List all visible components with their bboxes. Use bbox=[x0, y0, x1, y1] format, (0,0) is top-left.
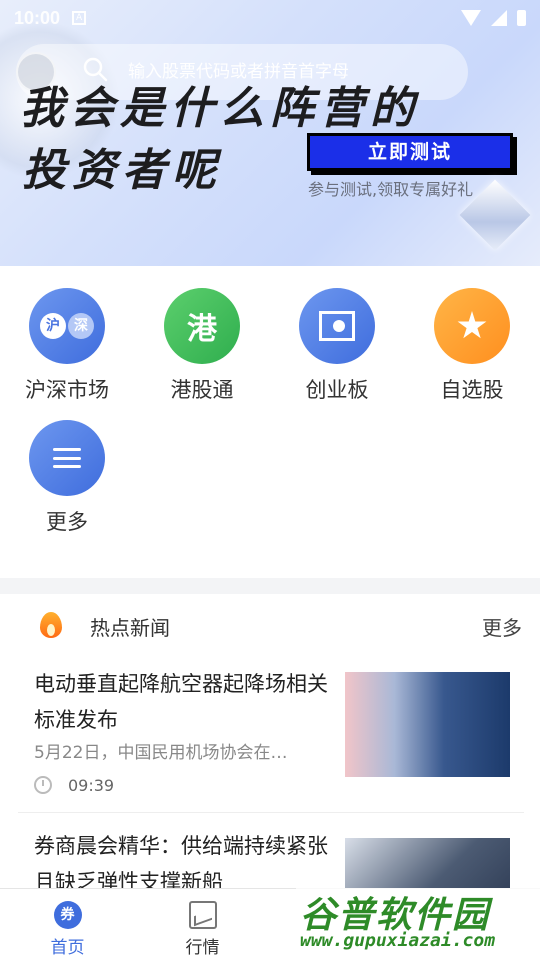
notification-icon: A bbox=[72, 11, 87, 25]
signal-icon bbox=[491, 10, 507, 26]
tab-market[interactable]: 行情 bbox=[135, 889, 270, 960]
news-item[interactable]: 电动垂直起降航空器起降场相关标准发布 5月22日，中国民用机场协会在… 09:3… bbox=[18, 666, 524, 806]
news-item-title: 券商晨会精华：供给端持续紧张且缺乏弹性支撑新船 bbox=[34, 834, 328, 894]
menu-label: 沪深市场 bbox=[25, 378, 109, 402]
menu-item-ganggutong[interactable]: 港 港股通 bbox=[147, 288, 257, 404]
chart-icon bbox=[188, 901, 217, 929]
star-icon bbox=[434, 288, 510, 364]
banner-headline-2: 投资者呢 bbox=[22, 145, 222, 196]
menu-icon bbox=[29, 420, 105, 496]
quick-menu: 沪 深 沪深市场 港 港股通 创业板 自选股 更多 bbox=[0, 266, 540, 578]
board-icon bbox=[299, 288, 375, 364]
hushen-glyph-a: 沪 bbox=[40, 313, 66, 339]
menu-label: 更多 bbox=[46, 510, 88, 534]
news-more-link[interactable]: 更多 bbox=[482, 612, 522, 641]
status-indicators bbox=[461, 10, 526, 26]
take-test-button[interactable]: 立即测试 bbox=[307, 133, 513, 171]
divider bbox=[18, 812, 524, 813]
hushen-icon: 沪 深 bbox=[29, 288, 105, 364]
menu-item-chuangyeban[interactable]: 创业板 bbox=[282, 288, 392, 404]
news-item[interactable]: 券商晨会精华：供给端持续紧张且缺乏弹性支撑新船 bbox=[18, 828, 524, 894]
hushen-glyph-b: 深 bbox=[68, 313, 94, 339]
gang-glyph: 港 bbox=[187, 312, 217, 347]
promo-banner[interactable]: 10:00 A 我会是什么阵营的 投资者呢 立即测试 参与测试,领取专属好礼 bbox=[0, 0, 540, 266]
home-icon: 券 bbox=[53, 901, 82, 929]
menu-item-hushen[interactable]: 沪 深 沪深市场 bbox=[12, 288, 122, 404]
hot-news-section: 热点新闻 更多 电动垂直起降航空器起降场相关标准发布 5月22日，中国民用机场协… bbox=[0, 594, 540, 894]
wifi-icon bbox=[461, 10, 481, 26]
tab-label: 首页 bbox=[50, 938, 85, 958]
menu-label: 港股通 bbox=[170, 378, 234, 402]
banner-headline: 我会是什么阵营的 bbox=[20, 83, 420, 134]
news-item-snippet: 5月22日，中国民用机场协会在… bbox=[34, 743, 288, 763]
news-item-thumbnail bbox=[345, 672, 510, 777]
status-time: 10:00 bbox=[14, 7, 61, 28]
menu-label: 创业板 bbox=[305, 378, 369, 402]
menu-label: 自选股 bbox=[440, 378, 504, 402]
tab-home[interactable]: 券 首页 bbox=[0, 889, 135, 960]
gang-icon: 港 bbox=[164, 288, 240, 364]
tab-label: 行情 bbox=[185, 938, 220, 958]
banner-subtext: 参与测试,领取专属好礼 bbox=[308, 180, 474, 199]
battery-icon bbox=[517, 10, 526, 26]
fire-icon bbox=[40, 612, 62, 638]
news-header: 热点新闻 更多 bbox=[0, 594, 540, 654]
news-item-time: 09:39 bbox=[68, 776, 115, 795]
news-item-title: 电动垂直起降航空器起降场相关标准发布 bbox=[34, 672, 328, 732]
clock-icon bbox=[34, 776, 52, 794]
status-bar: 10:00 A bbox=[0, 0, 540, 36]
section-title: 热点新闻 bbox=[90, 616, 170, 640]
watermark-url: www.gupuxiazai.com bbox=[300, 930, 496, 951]
menu-item-more[interactable]: 更多 bbox=[12, 420, 122, 536]
menu-item-zixuangu[interactable]: 自选股 bbox=[417, 288, 527, 404]
